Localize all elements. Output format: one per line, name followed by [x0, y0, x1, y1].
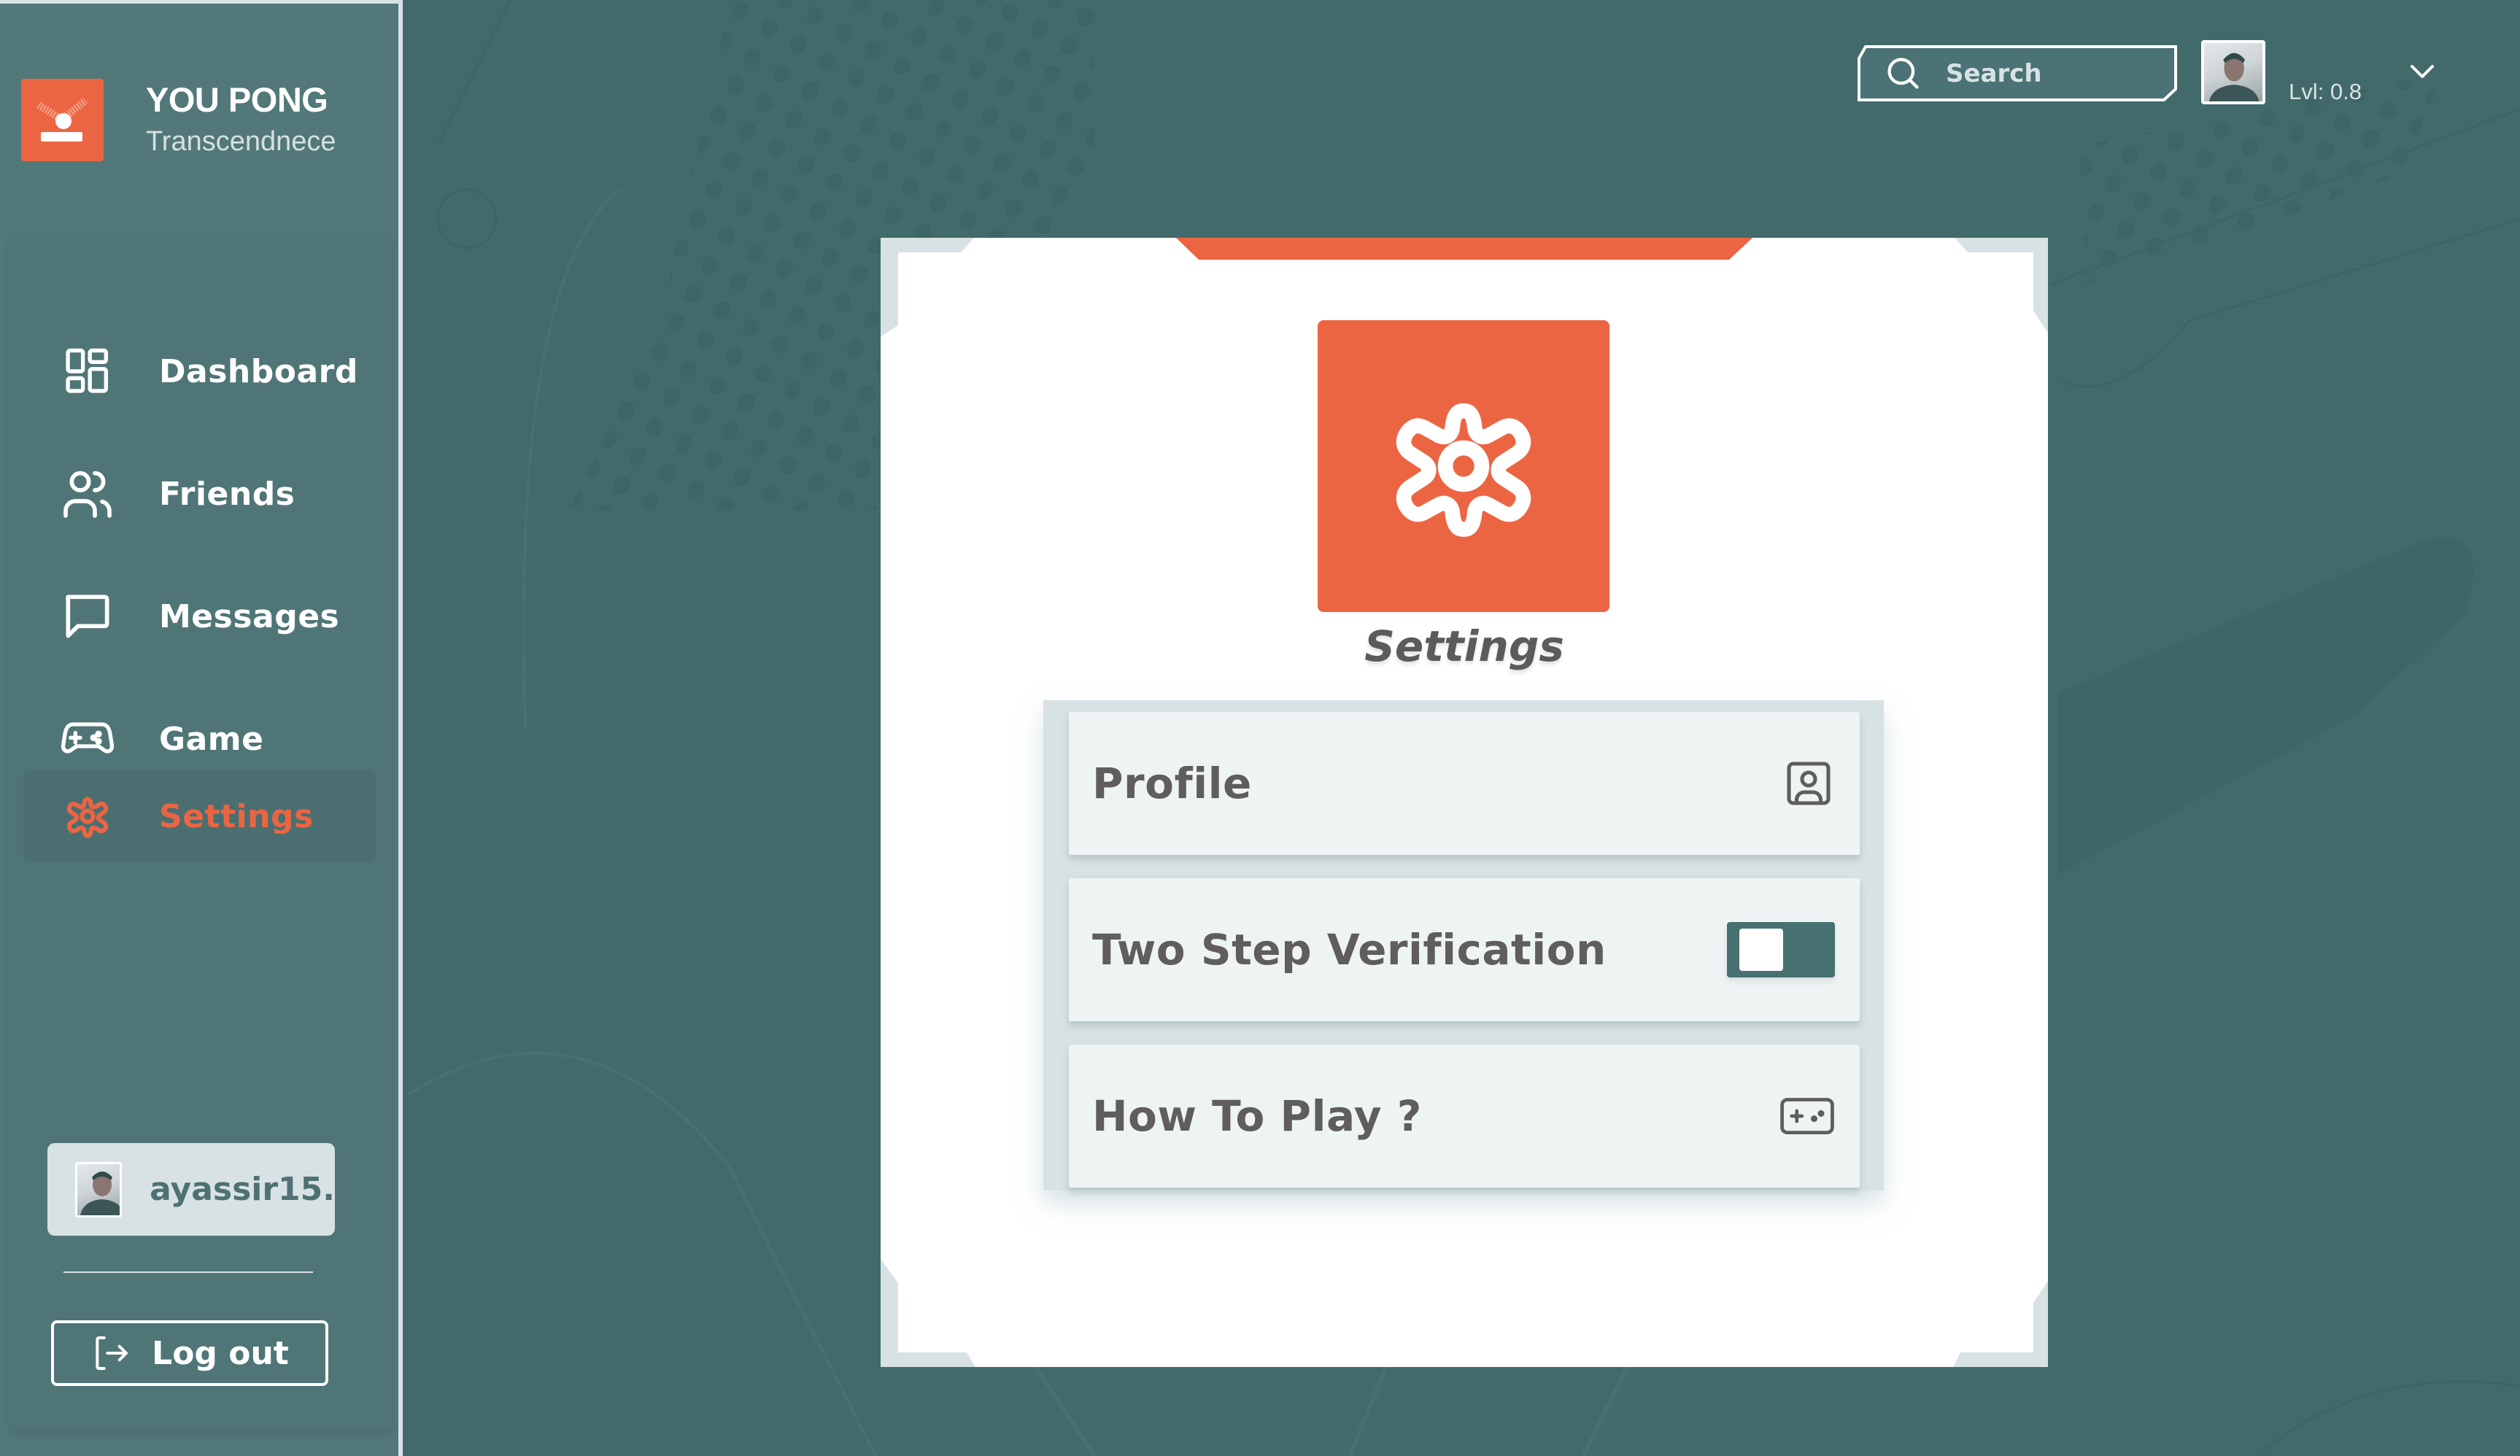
users-icon [58, 465, 117, 523]
settings-row-profile[interactable]: Profile [1069, 712, 1860, 855]
settings-panel: Settings Profile Two Step Verification H… [881, 238, 2048, 1367]
sidebar-item-label: Dashboard [159, 352, 358, 390]
search-icon [1887, 58, 1919, 89]
profile-card-icon [1787, 762, 1831, 805]
user-card[interactable]: ayassir15. [47, 1143, 335, 1236]
row-label: Profile [1092, 759, 1252, 808]
sidebar-item-settings[interactable]: Settings [23, 771, 376, 861]
sidebar-item-dashboard[interactable]: Dashboard [23, 326, 376, 417]
search-input[interactable] [1944, 54, 2166, 93]
logout-button[interactable]: Log out [51, 1320, 328, 1386]
gamepad-icon [1780, 1098, 1834, 1134]
settings-row-two-step[interactable]: Two Step Verification [1069, 878, 1860, 1021]
two-step-toggle[interactable] [1727, 922, 1835, 977]
sidebar-item-label: Messages [159, 597, 340, 635]
pong-logo-icon [36, 98, 88, 142]
avatar [75, 1161, 123, 1217]
gear-icon [58, 787, 117, 845]
user-avatar-photo [2208, 53, 2260, 101]
sidebar: YOU PONG Transcendnece Dashboard Friends [0, 0, 403, 1456]
row-label: Two Step Verification [1092, 925, 1607, 975]
page-title: Settings [1364, 621, 1564, 671]
sidebar-item-messages[interactable]: Messages [23, 571, 376, 662]
sidebar-item-label: Friends [159, 475, 295, 513]
dashboard-grid-icon [58, 342, 117, 400]
settings-list: Profile Two Step Verification How To Pla… [1043, 700, 1884, 1190]
app-logo [21, 79, 104, 161]
sidebar-item-label: Game [159, 720, 264, 758]
username: ayassir15. [150, 1171, 335, 1208]
logout-icon [96, 1336, 128, 1370]
message-square-icon [58, 587, 117, 646]
level-indicator: Lvl: 0.8 [2289, 79, 2362, 104]
row-label: How To Play ? [1092, 1091, 1422, 1141]
header-avatar[interactable] [2201, 40, 2265, 104]
gamepad-icon [58, 710, 117, 768]
toggle-knob [1739, 929, 1783, 971]
user-avatar-photo [80, 1171, 120, 1215]
nav-panel: Dashboard Friends Messages Game Settings [10, 231, 391, 1428]
sidebar-item-friends[interactable]: Friends [23, 449, 376, 539]
gear-icon [1396, 403, 1531, 537]
brand-title: YOU PONG [146, 80, 328, 119]
logout-label: Log out [152, 1334, 289, 1372]
sidebar-item-label: Settings [159, 797, 314, 835]
settings-row-how-to-play[interactable]: How To Play ? [1069, 1045, 1860, 1188]
settings-hero-icon [1318, 320, 1609, 612]
chevron-down-icon[interactable] [2409, 63, 2435, 80]
search-box[interactable] [1857, 44, 2178, 102]
brand-subtitle: Transcendnece [146, 126, 336, 157]
sidebar-divider [63, 1271, 313, 1273]
